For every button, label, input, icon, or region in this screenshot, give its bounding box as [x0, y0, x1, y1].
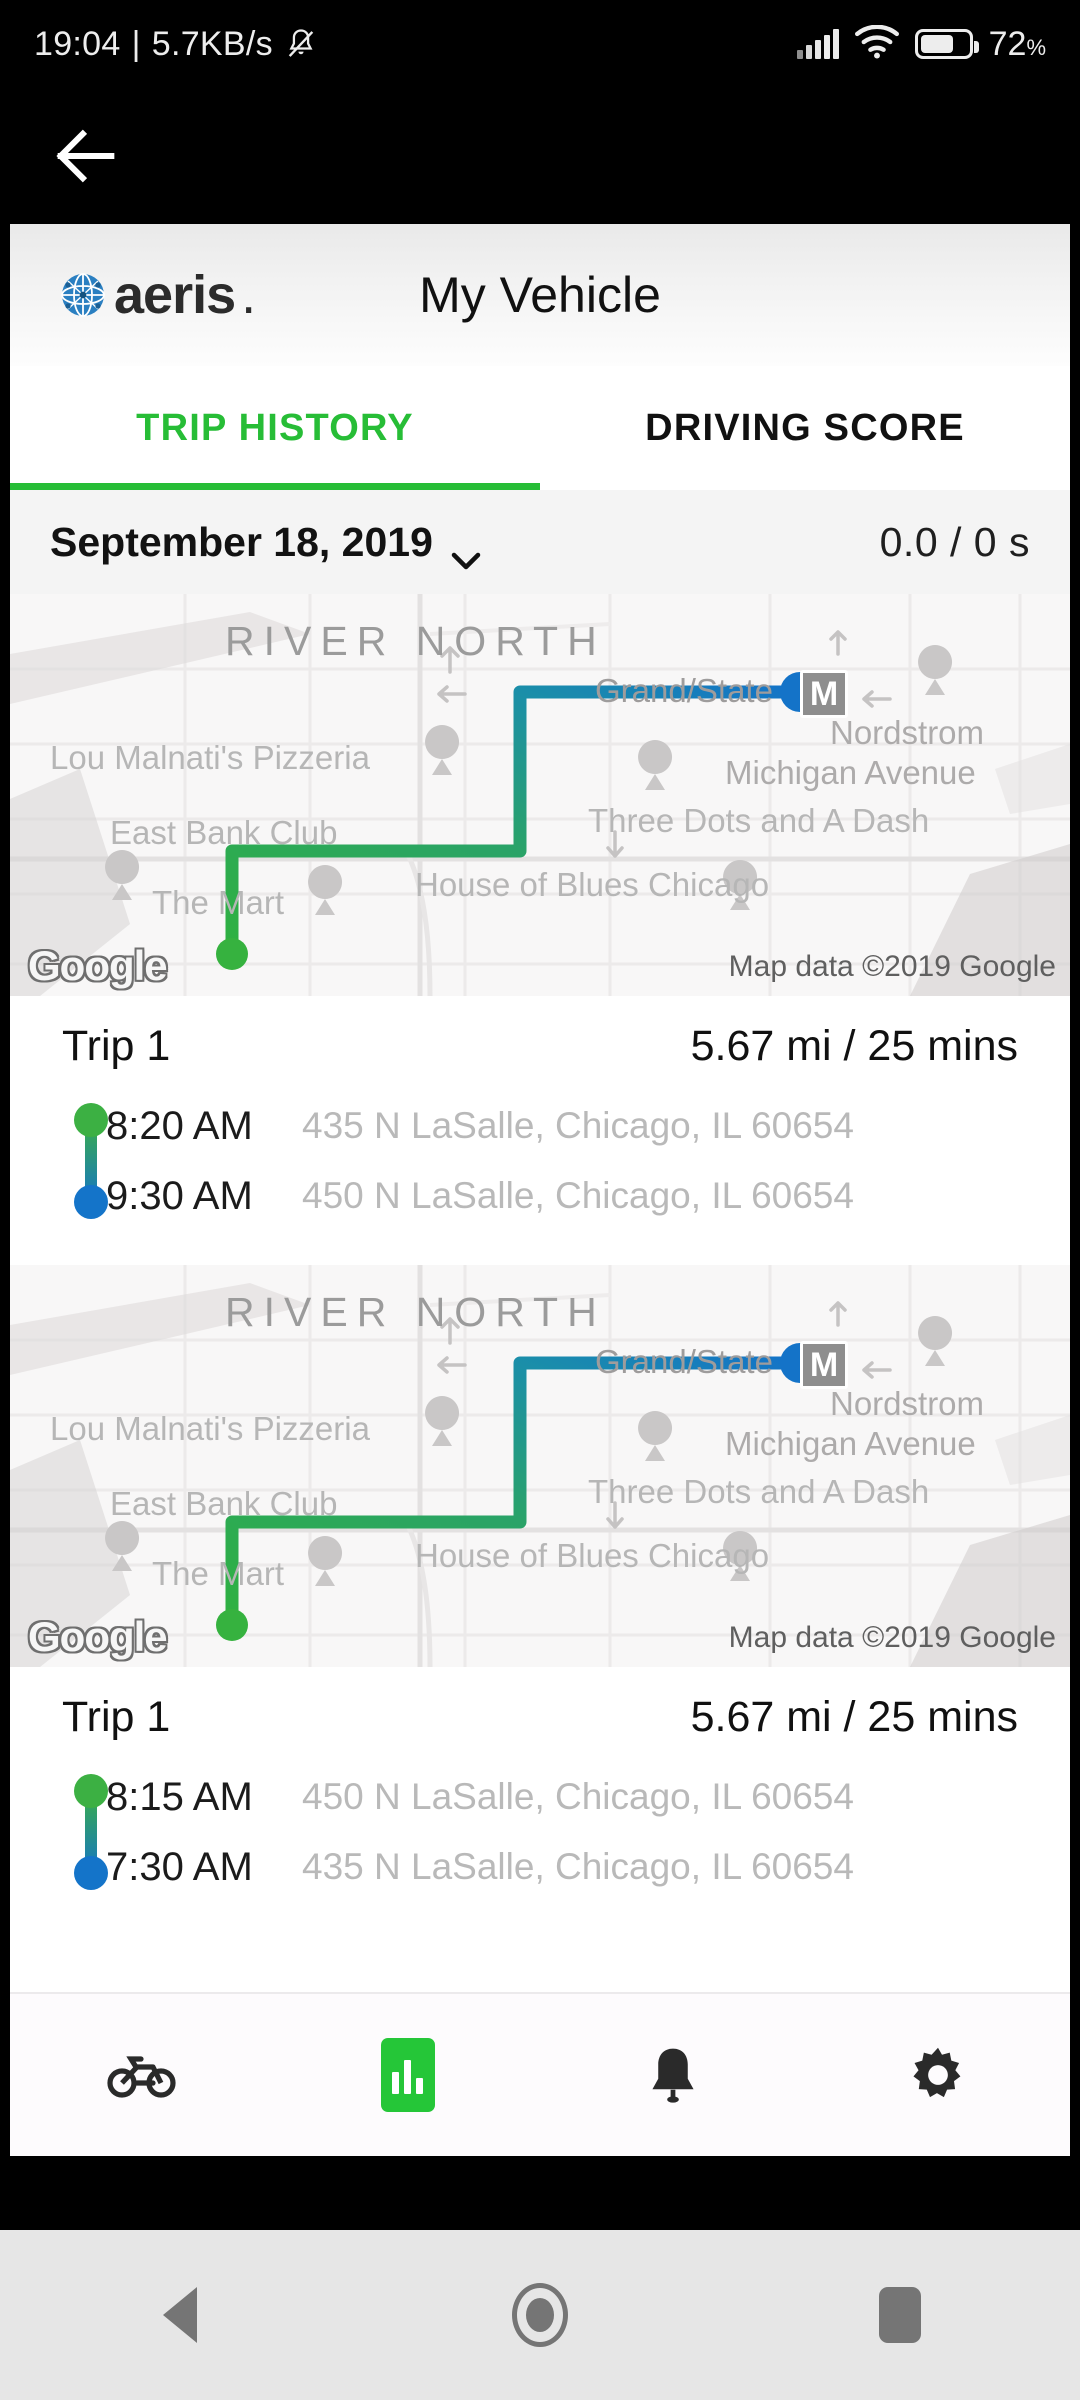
- app-window: aeris . My Vehicle TRIP HISTORY DRIVING …: [10, 224, 1070, 2156]
- trip-title: Trip 1: [62, 1693, 171, 1741]
- aeris-logo-text: aeris: [114, 265, 236, 325]
- battery-icon: [914, 29, 979, 59]
- tab-driving-score[interactable]: DRIVING SCORE: [540, 366, 1070, 490]
- nav-item-stats[interactable]: [275, 2038, 540, 2112]
- map-transit-label: Grand/State: [595, 1343, 773, 1380]
- transit-station-icon: M: [800, 670, 848, 718]
- leg-address: 450 N LaSalle, Chicago, IL 60654: [302, 1776, 854, 1817]
- leg-time: 7:30 AM: [106, 1844, 253, 1889]
- trip-legs: 8:20 AM 435 N LaSalle, Chicago, IL 60654…: [10, 1085, 1070, 1265]
- aeris-logo-dot: .: [241, 265, 257, 325]
- gear-icon: [902, 2039, 974, 2111]
- trip-leg: 8:20 AM 435 N LaSalle, Chicago, IL 60654: [10, 1091, 1070, 1161]
- trip-header: Trip 1 5.67 mi / 25 mins: [10, 1667, 1070, 1756]
- leg-address: 435 N LaSalle, Chicago, IL 60654: [302, 1846, 854, 1887]
- trip-header: Trip 1 5.67 mi / 25 mins: [10, 996, 1070, 1085]
- map-area-label: RIVER NORTH: [225, 618, 606, 664]
- trip-card[interactable]: RIVER NORTH Lou Malnati's Pizzeria East …: [10, 594, 1070, 1265]
- map-poi-label: Three Dots and A Dash: [588, 802, 930, 839]
- aeris-globe-icon: [58, 270, 108, 320]
- map-poi-label: Michigan Avenue: [725, 754, 976, 791]
- back-arrow-icon[interactable]: [48, 118, 124, 194]
- google-watermark: Google: [28, 942, 168, 989]
- top-nav-strip: [0, 88, 1080, 224]
- map-poi-label: East Bank Club: [110, 814, 338, 851]
- map-attribution: Map data ©2019 Google: [728, 1621, 1056, 1654]
- status-bar-left: 19:04 | 5.7KB/s: [34, 25, 318, 64]
- nav-item-vehicle[interactable]: [10, 2039, 275, 2111]
- map-transit-label: Grand/State: [595, 672, 773, 709]
- selected-date: September 18, 2019: [50, 518, 433, 565]
- status-bar: 19:04 | 5.7KB/s 72%: [0, 0, 1080, 88]
- leg-time: 8:15 AM: [106, 1774, 253, 1819]
- wifi-icon: [854, 24, 899, 64]
- trip-stats: 5.67 mi / 25 mins: [690, 1022, 1018, 1070]
- map-poi-label: East Bank Club: [110, 1485, 338, 1522]
- trip-map[interactable]: RIVER NORTH Lou Malnati's Pizzeria East …: [10, 594, 1070, 996]
- trip-legs: 8:15 AM 450 N LaSalle, Chicago, IL 60654…: [10, 1756, 1070, 1936]
- trip-leg: 9:30 AM 450 N LaSalle, Chicago, IL 60654: [10, 1161, 1070, 1231]
- map-attribution: Map data ©2019 Google: [728, 950, 1056, 983]
- active-tab-indicator: [10, 483, 540, 490]
- status-time: 19:04: [34, 24, 121, 63]
- system-home-icon[interactable]: [480, 2255, 600, 2375]
- leg-address: 450 N LaSalle, Chicago, IL 60654: [302, 1175, 854, 1216]
- map-poi-label: Nordstrom: [830, 1385, 985, 1422]
- map-poi-label: Three Dots and A Dash: [588, 1473, 930, 1510]
- system-navigation-bar: [0, 2230, 1080, 2400]
- app-bar: aeris . My Vehicle: [10, 224, 1070, 366]
- tab-trip-history[interactable]: TRIP HISTORY: [10, 366, 540, 490]
- map-poi-label: Nordstrom: [830, 714, 985, 751]
- trip-stats: 5.67 mi / 25 mins: [690, 1693, 1018, 1741]
- map-poi-label: Lou Malnati's Pizzeria: [50, 1410, 370, 1447]
- scooter-icon: [106, 2039, 179, 2111]
- trip-timeline-icon: [74, 1103, 108, 1219]
- leg-time: 8:20 AM: [106, 1103, 253, 1148]
- leg-time: 9:30 AM: [106, 1173, 253, 1218]
- map-poi-label: House of Blues Chicago: [415, 866, 770, 903]
- chevron-down-icon: [451, 533, 481, 570]
- map-poi-label: The Mart: [152, 1555, 285, 1592]
- nav-item-alerts[interactable]: [540, 2039, 805, 2111]
- map-poi-label: Michigan Avenue: [725, 1425, 976, 1462]
- phone-screen: 19:04 | 5.7KB/s 72% aeris . My Vehicle T…: [0, 0, 1080, 2400]
- bell-icon: [637, 2039, 709, 2111]
- status-separator: |: [131, 24, 141, 63]
- system-back-icon[interactable]: [120, 2255, 240, 2375]
- trip-card[interactable]: RIVER NORTH Lou Malnati's Pizzeria East …: [10, 1265, 1070, 1936]
- trip-leg: 8:15 AM 450 N LaSalle, Chicago, IL 60654: [10, 1762, 1070, 1832]
- date-selector[interactable]: September 18, 2019: [50, 518, 481, 570]
- signal-bars-icon: [796, 29, 839, 59]
- map-area-label: RIVER NORTH: [225, 1289, 606, 1335]
- day-summary-stat: 0.0 / 0 s: [879, 518, 1030, 565]
- bar-chart-icon: [380, 2038, 435, 2112]
- bottom-navigation: [10, 1992, 1070, 2156]
- system-recents-icon[interactable]: [840, 2255, 960, 2375]
- trip-map[interactable]: RIVER NORTH Lou Malnati's Pizzeria East …: [10, 1265, 1070, 1667]
- status-network-speed: 5.7KB/s: [151, 24, 273, 63]
- battery-percent: 72%: [988, 24, 1046, 63]
- map-poi-label: The Mart: [152, 884, 285, 921]
- tab-bar: TRIP HISTORY DRIVING SCORE: [10, 366, 1070, 490]
- status-bar-right: 72%: [796, 24, 1046, 64]
- transit-station-icon: M: [800, 1341, 848, 1389]
- leg-address: 435 N LaSalle, Chicago, IL 60654: [302, 1105, 854, 1146]
- google-watermark: Google: [28, 1613, 168, 1660]
- trip-timeline-icon: [74, 1774, 108, 1890]
- aeris-logo: aeris .: [58, 264, 256, 326]
- map-poi-label: Lou Malnati's Pizzeria: [50, 739, 370, 776]
- bell-muted-icon: [284, 26, 318, 62]
- trip-leg: 7:30 AM 435 N LaSalle, Chicago, IL 60654: [10, 1832, 1070, 1902]
- date-filter-row: September 18, 2019 0.0 / 0 s: [10, 490, 1070, 594]
- nav-item-settings[interactable]: [805, 2039, 1070, 2111]
- trip-title: Trip 1: [62, 1022, 171, 1070]
- map-poi-label: House of Blues Chicago: [415, 1537, 770, 1574]
